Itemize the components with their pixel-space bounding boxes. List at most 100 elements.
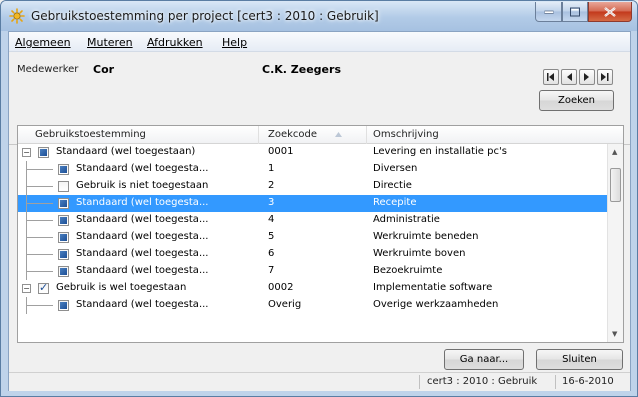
app-window: Gebruikstoestemming per project [cert3 :… xyxy=(0,0,638,397)
next-record-button[interactable] xyxy=(579,69,595,85)
cell-omschrijving: Administratie xyxy=(373,214,440,225)
cell-zoekcode: 5 xyxy=(268,231,275,242)
close-window-button[interactable] xyxy=(588,2,632,22)
cell-gebruikstoestemming: Standaard (wel toegesta... xyxy=(76,197,209,208)
first-record-button[interactable] xyxy=(543,69,559,85)
cell-gebruikstoestemming: Standaard (wel toegesta... xyxy=(76,299,209,310)
column-header-omschrijving[interactable]: Omschrijving xyxy=(373,129,439,140)
minimize-icon xyxy=(544,10,553,14)
close-button-label: Sluiten xyxy=(562,354,597,365)
sort-ascending-icon xyxy=(335,132,342,137)
menu-algemeen[interactable]: Algemeen xyxy=(15,36,71,49)
menu-afdrukken[interactable]: Afdrukken xyxy=(147,36,203,49)
cell-gebruikstoestemming: Standaard (wel toegesta... xyxy=(76,214,209,225)
table-row[interactable]: − Standaard (wel toegestaan) 0001 Levering … xyxy=(18,144,608,161)
tree-connector xyxy=(27,169,53,170)
tree-connector xyxy=(27,254,53,255)
cell-omschrijving: Recepite xyxy=(373,197,417,208)
permission-checkbox[interactable] xyxy=(58,300,69,311)
tree-connector xyxy=(27,271,53,272)
permission-checkbox[interactable] xyxy=(58,232,69,243)
permission-checkbox[interactable] xyxy=(38,281,49,294)
scroll-up-icon[interactable]: ▲ xyxy=(612,148,617,156)
cell-zoekcode: 7 xyxy=(268,265,275,276)
column-divider[interactable] xyxy=(258,126,259,144)
collapse-icon[interactable]: − xyxy=(22,148,31,157)
status-bar: cert3 : 2010 : Gebruik 16-6-2010 xyxy=(9,372,630,391)
cell-zoekcode: 2 xyxy=(268,180,275,191)
previous-record-button[interactable] xyxy=(561,69,577,85)
table-row[interactable]: − Gebruik is wel toegestaan 0002 Implementa… xyxy=(18,280,608,297)
table-row[interactable]: Standaard (wel toegesta... 4 Administratie xyxy=(18,212,608,229)
permissions-grid[interactable]: Gebruikstoestemming Zoekcode Omschrijvin… xyxy=(17,125,624,343)
cell-omschrijving: Levering en installatie pc's xyxy=(373,146,507,157)
tree-connector xyxy=(27,220,53,221)
cell-gebruikstoestemming: Standaard (wel toegestaan) xyxy=(56,146,196,157)
table-row[interactable]: Standaard (wel toegesta... Overig Overige … xyxy=(18,297,608,314)
maximize-button[interactable] xyxy=(562,2,588,22)
tree-connector xyxy=(27,305,53,306)
cell-omschrijving: Bezoekruimte xyxy=(373,265,443,276)
permission-checkbox[interactable] xyxy=(58,266,69,277)
cell-zoekcode: 3 xyxy=(268,197,275,208)
cell-gebruikstoestemming: Gebruik is wel toegestaan xyxy=(56,282,187,293)
grid-header: Gebruikstoestemming Zoekcode Omschrijvin… xyxy=(18,126,623,144)
employee-code: Cor xyxy=(93,63,115,76)
cell-zoekcode: 0001 xyxy=(268,146,294,157)
title-bar[interactable]: Gebruikstoestemming per project [cert3 :… xyxy=(1,1,637,31)
menu-muteren[interactable]: Muteren xyxy=(87,36,133,49)
scrollbar-thumb[interactable] xyxy=(610,168,621,202)
app-icon xyxy=(9,8,25,24)
client-area: Algemeen Muteren Afdrukken Help Medewerk… xyxy=(8,31,631,391)
permission-checkbox[interactable] xyxy=(58,249,69,260)
search-button-label: Zoeken xyxy=(557,95,596,106)
tree-connector xyxy=(27,186,53,187)
table-row[interactable]: Gebruik is niet toegestaan 2 Directie xyxy=(18,178,608,195)
column-header-zoekcode[interactable]: Zoekcode xyxy=(268,129,317,140)
menu-bar: Algemeen Muteren Afdrukken Help xyxy=(9,32,630,52)
permission-checkbox[interactable] xyxy=(38,147,49,158)
status-divider xyxy=(555,375,556,389)
goto-button-label: Ga naar... xyxy=(459,354,509,365)
employee-name: C.K. Zeegers xyxy=(262,63,341,76)
table-row[interactable]: Standaard (wel toegesta... 1 Diversen xyxy=(18,161,608,178)
permission-checkbox[interactable] xyxy=(58,215,69,226)
menu-help[interactable]: Help xyxy=(222,36,247,49)
cell-zoekcode: 6 xyxy=(268,248,275,259)
cell-gebruikstoestemming: Standaard (wel toegesta... xyxy=(76,231,209,242)
column-header-gebruikstoestemming[interactable]: Gebruikstoestemming xyxy=(35,129,146,140)
cell-zoekcode: 0002 xyxy=(268,282,294,293)
table-row[interactable]: Standaard (wel toegesta... 7 Bezoekruimte xyxy=(18,263,608,280)
maximize-icon xyxy=(570,7,580,16)
close-button[interactable]: Sluiten xyxy=(536,349,623,370)
goto-button[interactable]: Ga naar... xyxy=(444,349,524,370)
cell-omschrijving: Diversen xyxy=(373,163,418,174)
cell-zoekcode: Overig xyxy=(268,299,302,310)
last-record-button[interactable] xyxy=(597,69,613,85)
status-divider xyxy=(419,375,420,389)
last-icon xyxy=(601,73,609,81)
cell-omschrijving: Implementatie software xyxy=(373,282,493,293)
permission-checkbox[interactable] xyxy=(58,164,69,175)
window-title: Gebruikstoestemming per project [cert3 :… xyxy=(31,9,379,23)
minimize-button[interactable] xyxy=(535,2,562,22)
grid-rows: − Standaard (wel toegestaan) 0001 Levering … xyxy=(18,144,608,342)
table-row[interactable]: Standaard (wel toegesta... 3 Recepite xyxy=(18,195,608,212)
table-row[interactable]: Standaard (wel toegesta... 5 Werkruimte be… xyxy=(18,229,608,246)
tree-connector xyxy=(27,203,53,204)
close-icon xyxy=(604,6,616,17)
previous-icon xyxy=(567,73,572,81)
search-button[interactable]: Zoeken xyxy=(539,90,614,111)
table-row[interactable]: Standaard (wel toegesta... 6 Werkruimte bo… xyxy=(18,246,608,263)
permission-checkbox[interactable] xyxy=(58,181,69,192)
vertical-scrollbar[interactable]: ▲ ▼ xyxy=(607,144,623,342)
status-context: cert3 : 2010 : Gebruik xyxy=(427,376,538,387)
permission-checkbox[interactable] xyxy=(58,198,69,209)
collapse-icon[interactable]: − xyxy=(22,284,31,293)
first-icon xyxy=(547,73,554,81)
scroll-down-icon[interactable]: ▼ xyxy=(612,330,617,338)
tree-connector xyxy=(27,237,53,238)
cell-omschrijving: Overige werkzaamheden xyxy=(373,299,499,310)
cell-omschrijving: Directie xyxy=(373,180,412,191)
column-divider[interactable] xyxy=(366,126,367,144)
